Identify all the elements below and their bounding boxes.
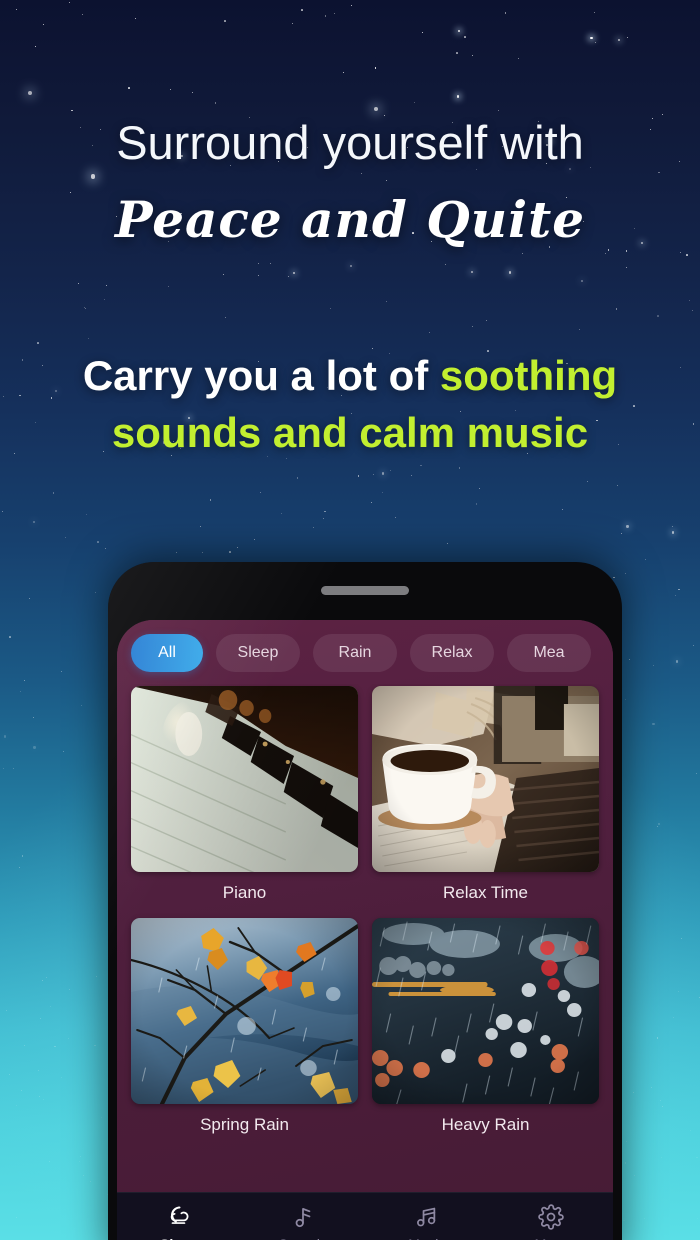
phone-mockup: All Sleep Rain Relax Mea Piano Relax Tim… xyxy=(108,562,622,1240)
sound-card-label: Relax Time xyxy=(442,883,529,902)
sound-card-label: Heavy Rain xyxy=(441,1115,530,1134)
nav-item-label: More xyxy=(535,1236,568,1240)
sound-card[interactable]: Relax Time xyxy=(372,686,599,916)
rainy-city-bokeh-photo[interactable] xyxy=(372,918,599,1104)
filter-chip-mea[interactable]: Mea xyxy=(507,634,591,672)
music-note-icon xyxy=(290,1204,316,1230)
filter-chip-sleep[interactable]: Sleep xyxy=(216,634,300,672)
nav-item-label: Sounds xyxy=(279,1236,328,1240)
phone-screen: All Sleep Rain Relax Mea Piano Relax Tim… xyxy=(117,620,613,1240)
promo-stage: Surround yourself with Peace and Quite C… xyxy=(0,0,700,1240)
sound-card[interactable]: Spring Rain xyxy=(131,918,358,1148)
headline-line-1: Surround yourself with xyxy=(116,116,584,169)
headline-line-2: Peace and Quite xyxy=(114,189,586,249)
subheadline-plain-text: Carry you a lot of xyxy=(82,352,440,399)
app-ui: All Sleep Rain Relax Mea Piano Relax Tim… xyxy=(117,620,613,1240)
coffee-cup-blanket-photo[interactable] xyxy=(372,686,599,872)
piano-keys-photo[interactable] xyxy=(131,686,358,872)
hero-headline: Surround yourself with Peace and Quite xyxy=(0,118,700,249)
bottom-navigation-bar: Sleep Sounds Music More xyxy=(117,1192,613,1240)
nav-item-music[interactable]: Music xyxy=(365,1204,489,1240)
filter-chip-rain[interactable]: Rain xyxy=(313,634,397,672)
nav-item-more[interactable]: More xyxy=(489,1203,613,1240)
nav-item-label: Sleep xyxy=(160,1236,198,1240)
double-music-note-icon xyxy=(414,1204,440,1230)
sound-card-label: Piano xyxy=(222,883,267,902)
autumn-leaves-rain-photo[interactable] xyxy=(131,918,358,1104)
speaker-grille-icon xyxy=(321,586,409,595)
sound-card[interactable]: Heavy Rain xyxy=(372,918,599,1148)
moon-cloud-icon xyxy=(166,1204,192,1230)
nav-item-label: Music xyxy=(408,1236,446,1240)
filter-chip-all[interactable]: All xyxy=(131,634,203,672)
hero-subheadline: Carry you a lot of soothing sounds and c… xyxy=(0,348,700,461)
sound-card-label: Spring Rain xyxy=(200,1115,289,1134)
gear-icon xyxy=(538,1203,564,1230)
nav-item-sounds[interactable]: Sounds xyxy=(241,1204,365,1240)
category-filter-chips: All Sleep Rain Relax Mea xyxy=(117,620,613,684)
nav-item-sleep[interactable]: Sleep xyxy=(117,1204,241,1240)
sound-card[interactable]: Piano xyxy=(131,686,358,916)
sound-card-grid: Piano Relax Time Spring Rain Heavy Rain xyxy=(117,684,613,1192)
filter-chip-relax[interactable]: Relax xyxy=(410,634,494,672)
